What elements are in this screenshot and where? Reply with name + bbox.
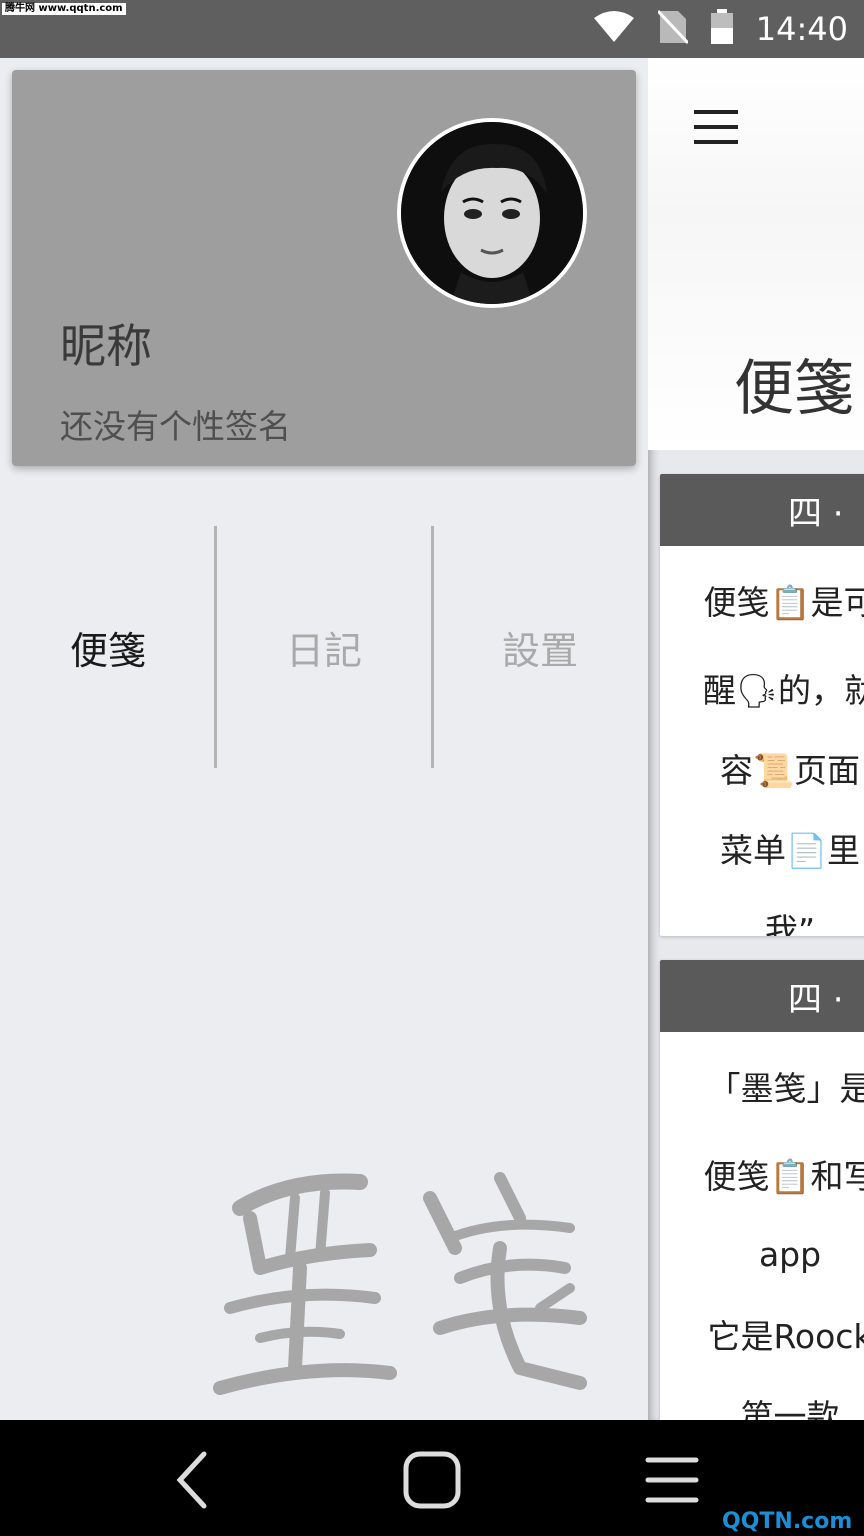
note-line: app: [758, 1234, 822, 1274]
watermark-text: 腾牛网 www.qqtn.com: [2, 3, 126, 15]
clock: 14:40: [755, 10, 848, 48]
note-line: 菜单📄里: [719, 831, 861, 870]
note-line: 容📜页面: [719, 751, 861, 790]
note-line: 它是Roock: [707, 1317, 864, 1356]
tab-diary[interactable]: 日記: [216, 526, 432, 768]
corner-watermark-logo: QQTN.com: [722, 1509, 853, 1534]
hamburger-menu-icon[interactable]: [694, 110, 738, 144]
page-title: 便箋: [734, 354, 854, 424]
note-card-header: 四 ·: [660, 960, 864, 1032]
home-icon[interactable]: [400, 1448, 464, 1512]
note-line: 「墨笺」是: [707, 1069, 864, 1108]
note-card[interactable]: 四 · 「墨笺」是 便笺📋和写 app 它是Roock 第一款: [660, 960, 864, 1420]
back-icon[interactable]: [160, 1448, 224, 1512]
avatar[interactable]: [397, 118, 587, 308]
app-logo: [200, 1158, 600, 1398]
note-line: 醒🗣的，就: [703, 671, 864, 710]
battery-icon: [710, 9, 734, 49]
profile-card[interactable]: 昵称 还没有个性签名: [12, 70, 636, 466]
nickname: 昵称: [60, 319, 152, 373]
navigation-drawer: 昵称 还没有个性签名 便箋 日記 設置: [0, 58, 648, 1420]
menu-icon[interactable]: [640, 1448, 704, 1512]
status-bar: 腾牛网 www.qqtn.com 14:40: [0, 0, 864, 58]
tab-notes[interactable]: 便箋: [0, 526, 216, 768]
main-header: 便箋: [648, 58, 864, 450]
note-line: 便笺📋和写: [703, 1157, 864, 1196]
tab-settings[interactable]: 設置: [432, 526, 648, 768]
note-line: 便笺📋是可: [703, 583, 864, 622]
main-content: 便箋 四 · 便笺📋是可 醒🗣的，就 容📜页面 菜单📄里 我” 四 · 「墨笺」…: [648, 58, 864, 1420]
status-icons: 14:40: [592, 0, 848, 58]
note-line: 第一款: [740, 1397, 840, 1420]
wifi-icon: [592, 10, 636, 48]
note-line: 我”: [764, 911, 816, 936]
note-card-header: 四 ·: [660, 474, 864, 546]
no-sim-icon: [656, 9, 689, 49]
signature: 还没有个性签名: [60, 407, 291, 446]
note-card[interactable]: 四 · 便笺📋是可 醒🗣的，就 容📜页面 菜单📄里 我”: [660, 474, 864, 936]
drawer-tabs: 便箋 日記 設置: [0, 526, 648, 768]
